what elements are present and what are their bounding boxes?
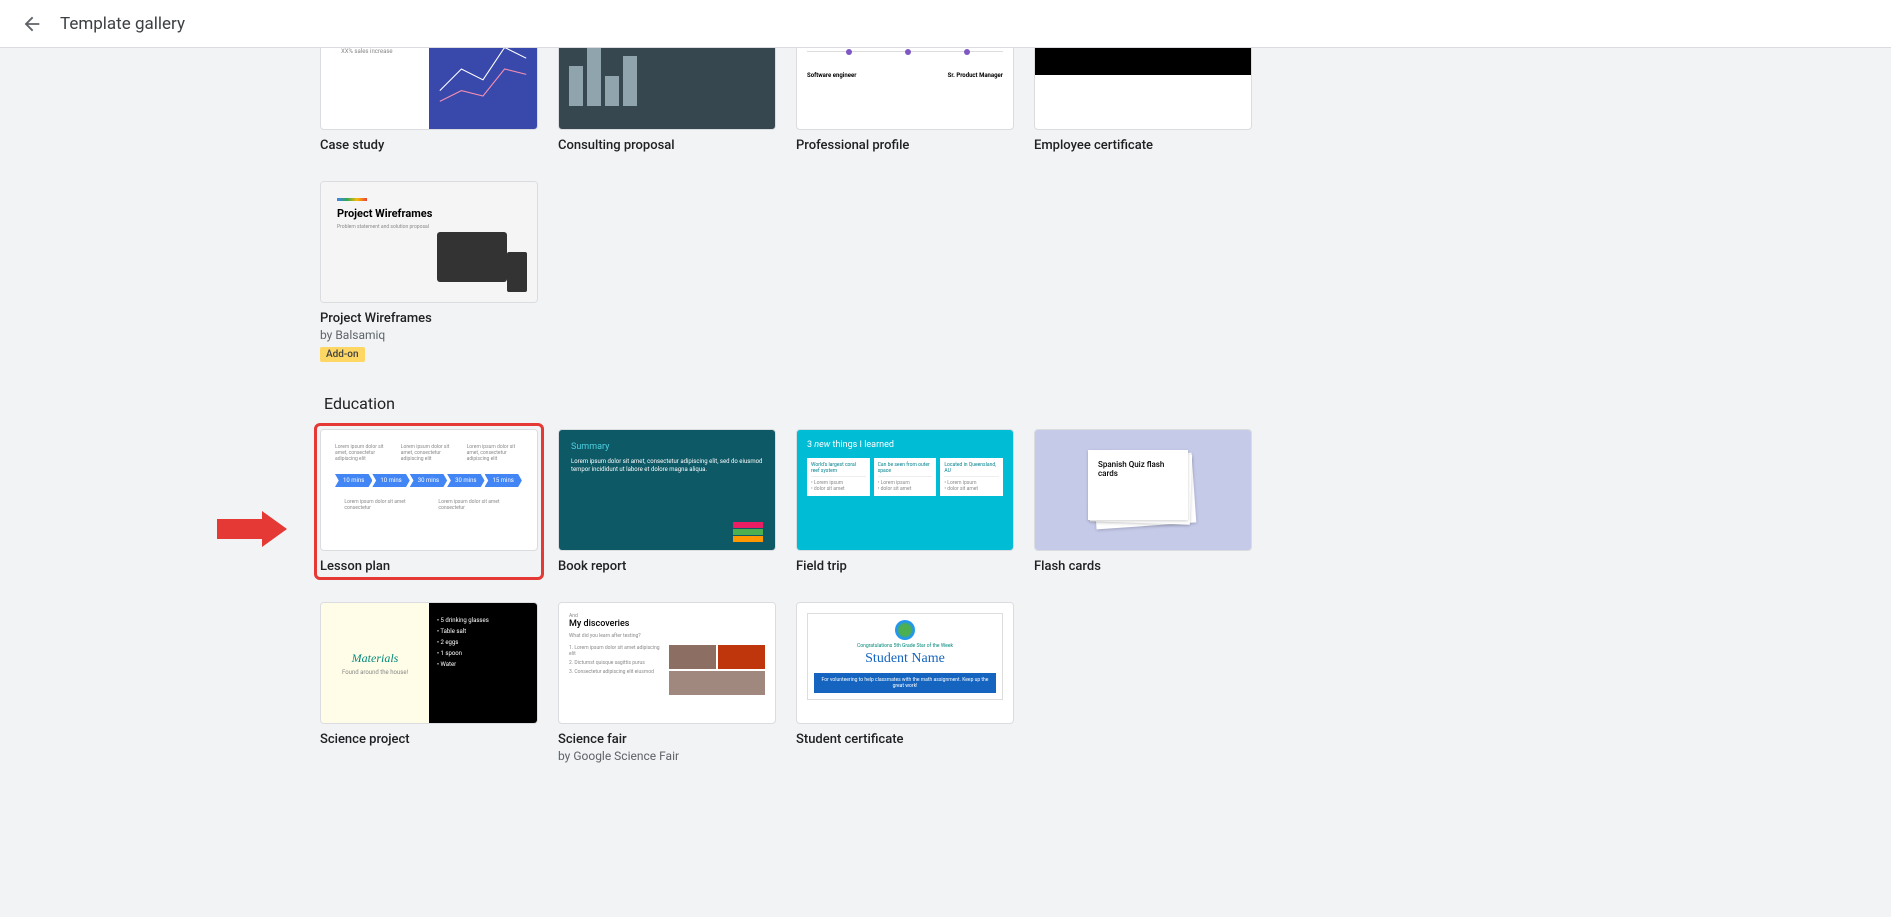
template-science-fair[interactable]: And My discoveries What did you learn af…: [558, 602, 776, 763]
thumb-sub: Found around the house!: [342, 669, 408, 676]
template-title: Book report: [558, 559, 776, 574]
timeline-seg: 15 mins: [485, 474, 522, 487]
thumb-congrats: Congratulations 5th Grade Star of the We…: [814, 643, 996, 649]
template-title: Science project: [320, 732, 538, 747]
thumb-label: Student Name: [814, 651, 996, 667]
template-book-report[interactable]: Summary Lorem ipsum dolor sit amet, cons…: [558, 429, 776, 574]
template-subtitle: by Balsamiq: [320, 328, 538, 342]
template-title: Student certificate: [796, 732, 1014, 747]
template-title: Professional profile: [796, 138, 1014, 153]
thumb-role2: Sr. Product Manager: [948, 72, 1003, 79]
template-grid-work-1: Impact XX% sales increase Case study Lor…: [320, 48, 1571, 153]
template-grid-education-1: Lorem ipsum dolor sit amet, consectetur …: [320, 429, 1571, 574]
thumb-sub: Problem statement and solution proposal: [337, 224, 521, 230]
template-title: Employee certificate: [1034, 138, 1252, 153]
template-title: Flash cards: [1034, 559, 1252, 574]
thumb-sub: What did you learn after testing?: [569, 633, 765, 639]
timeline-seg: 10 mins: [335, 474, 372, 487]
thumb-label: Materials: [352, 651, 399, 666]
thumb-sub: In recognition of superior performance a…: [1035, 48, 1251, 49]
template-professional-profile[interactable]: Company Name, LocationJanuary 20XX - May…: [796, 48, 1014, 153]
template-title: Consulting proposal: [558, 138, 776, 153]
timeline-seg: 30 mins: [410, 474, 447, 487]
thumb-sub: For volunteering to help classmates with…: [814, 673, 996, 693]
addon-badge: Add-on: [320, 347, 365, 362]
template-grid-work-2: Project Wireframes Problem statement and…: [320, 181, 1571, 362]
header: Template gallery: [0, 0, 1891, 48]
template-grid-education-2: Materials Found around the house! • 5 dr…: [320, 602, 1571, 763]
arrow-back-icon: [21, 13, 43, 35]
thumb-label: 3 new things I learned: [807, 440, 1003, 450]
thumb-label: Project Wireframes: [337, 207, 521, 220]
template-student-certificate[interactable]: Congratulations 5th Grade Star of the We…: [796, 602, 1014, 763]
template-subtitle: by Google Science Fair: [558, 749, 776, 763]
header-title: Template gallery: [60, 14, 185, 34]
template-case-study[interactable]: Impact XX% sales increase Case study: [320, 48, 538, 153]
template-science-project[interactable]: Materials Found around the house! • 5 dr…: [320, 602, 538, 763]
template-title: Lesson plan: [320, 559, 538, 574]
template-employee-certificate[interactable]: Employee Name In recognition of superior…: [1034, 48, 1252, 153]
thumb-sub: XX% sales increase: [341, 48, 409, 55]
thumb-text: Lorem ipsum dolor sit amet, consectetur …: [571, 458, 763, 475]
back-button[interactable]: [12, 4, 52, 44]
thumb-label: Summary: [571, 442, 763, 452]
thumb-label: Spanish Quiz flash cards: [1098, 460, 1178, 478]
template-flash-cards[interactable]: Spanish Quiz flash cards Flash cards: [1034, 429, 1252, 574]
content-area: Impact XX% sales increase Case study Lor…: [0, 48, 1891, 917]
pointer-arrow-icon: [217, 511, 287, 547]
template-lesson-plan[interactable]: Lorem ipsum dolor sit amet, consectetur …: [314, 423, 544, 580]
template-title: Case study: [320, 138, 538, 153]
thumb-role1: Software engineer: [807, 72, 856, 79]
template-project-wireframes[interactable]: Project Wireframes Problem statement and…: [320, 181, 538, 362]
thumb-label: My discoveries: [569, 619, 765, 629]
template-consulting-proposal[interactable]: Lorem ipsum dolor sit amet consectetur a…: [558, 48, 776, 153]
template-title: Science fair: [558, 732, 776, 747]
timeline-seg: 10 mins: [372, 474, 409, 487]
template-field-trip[interactable]: 3 new things I learned World's largest c…: [796, 429, 1014, 574]
template-title: Project Wireframes: [320, 311, 538, 326]
template-title: Field trip: [796, 559, 1014, 574]
timeline-seg: 30 mins: [447, 474, 484, 487]
section-title-education: Education: [324, 394, 1571, 413]
